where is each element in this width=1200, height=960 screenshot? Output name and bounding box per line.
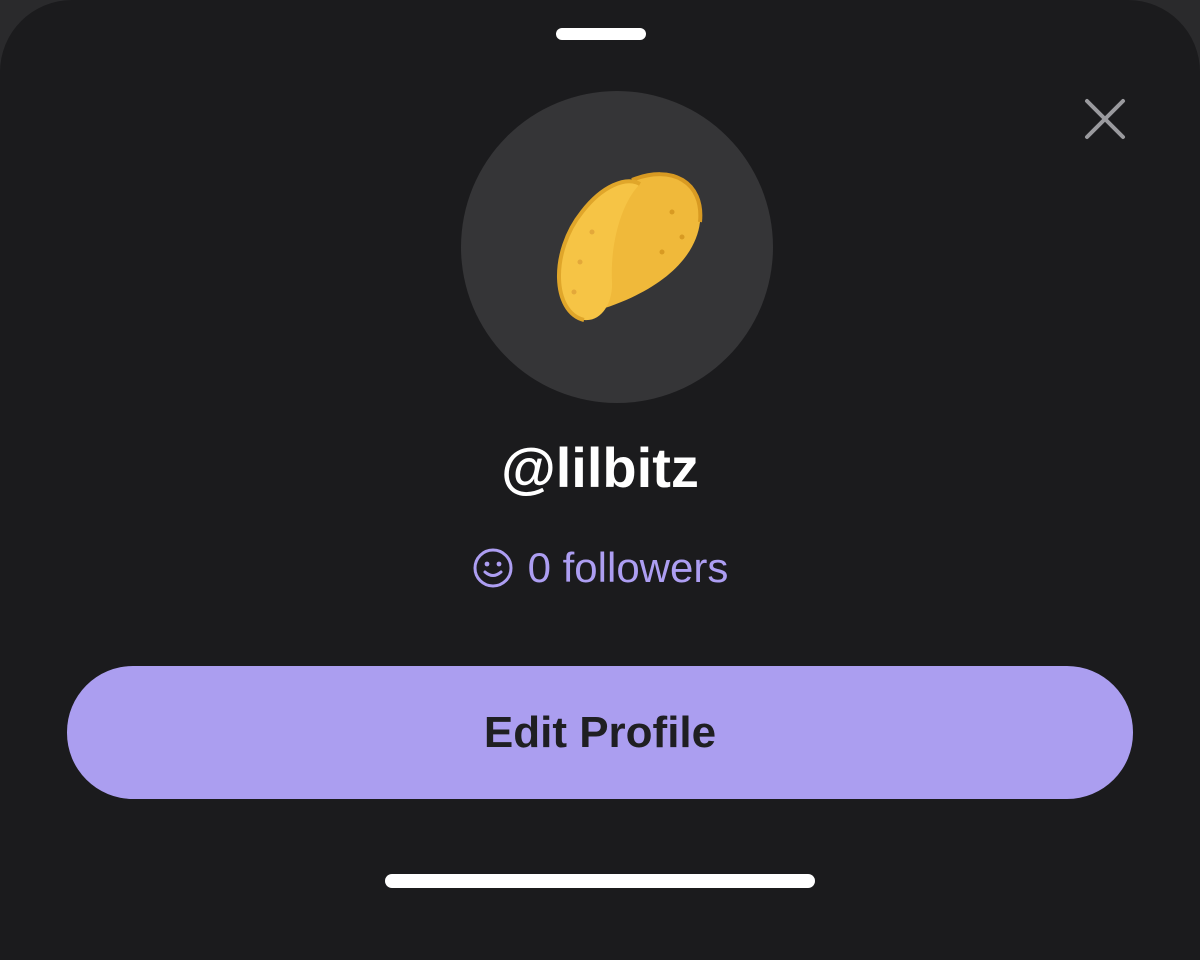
followers-link[interactable]: 0 followers bbox=[0, 538, 1200, 598]
sheet-grabber[interactable] bbox=[556, 28, 646, 40]
edit-profile-label: Edit Profile bbox=[483, 707, 717, 757]
close-button[interactable] bbox=[1078, 92, 1132, 146]
avatar[interactable] bbox=[461, 91, 773, 403]
home-indicator[interactable] bbox=[385, 874, 815, 888]
edit-profile-button[interactable]: Edit Profile bbox=[67, 666, 1133, 799]
taco-icon bbox=[557, 172, 703, 322]
smiley-icon bbox=[473, 548, 513, 588]
followers-count: 0 followers bbox=[527, 544, 729, 591]
close-icon bbox=[1085, 99, 1125, 139]
profile-sheet: @lilbitz 0 followers Edit Profile bbox=[0, 0, 1200, 960]
username: @lilbitz bbox=[501, 436, 699, 499]
